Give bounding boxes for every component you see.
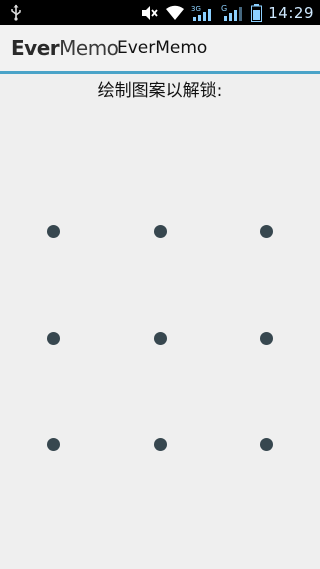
pattern-dot-1-1[interactable] bbox=[46, 224, 60, 238]
pattern-lock-grid[interactable] bbox=[0, 0, 320, 569]
pattern-dot-1-3[interactable] bbox=[259, 224, 273, 238]
pattern-dot-3-3[interactable] bbox=[259, 437, 273, 451]
pattern-dot-2-1[interactable] bbox=[46, 331, 60, 345]
pattern-dot-3-1[interactable] bbox=[46, 437, 60, 451]
pattern-dot-2-3[interactable] bbox=[259, 331, 273, 345]
pattern-dot-1-2[interactable] bbox=[153, 224, 167, 238]
pattern-dot-3-2[interactable] bbox=[153, 437, 167, 451]
pattern-dot-2-2[interactable] bbox=[153, 331, 167, 345]
